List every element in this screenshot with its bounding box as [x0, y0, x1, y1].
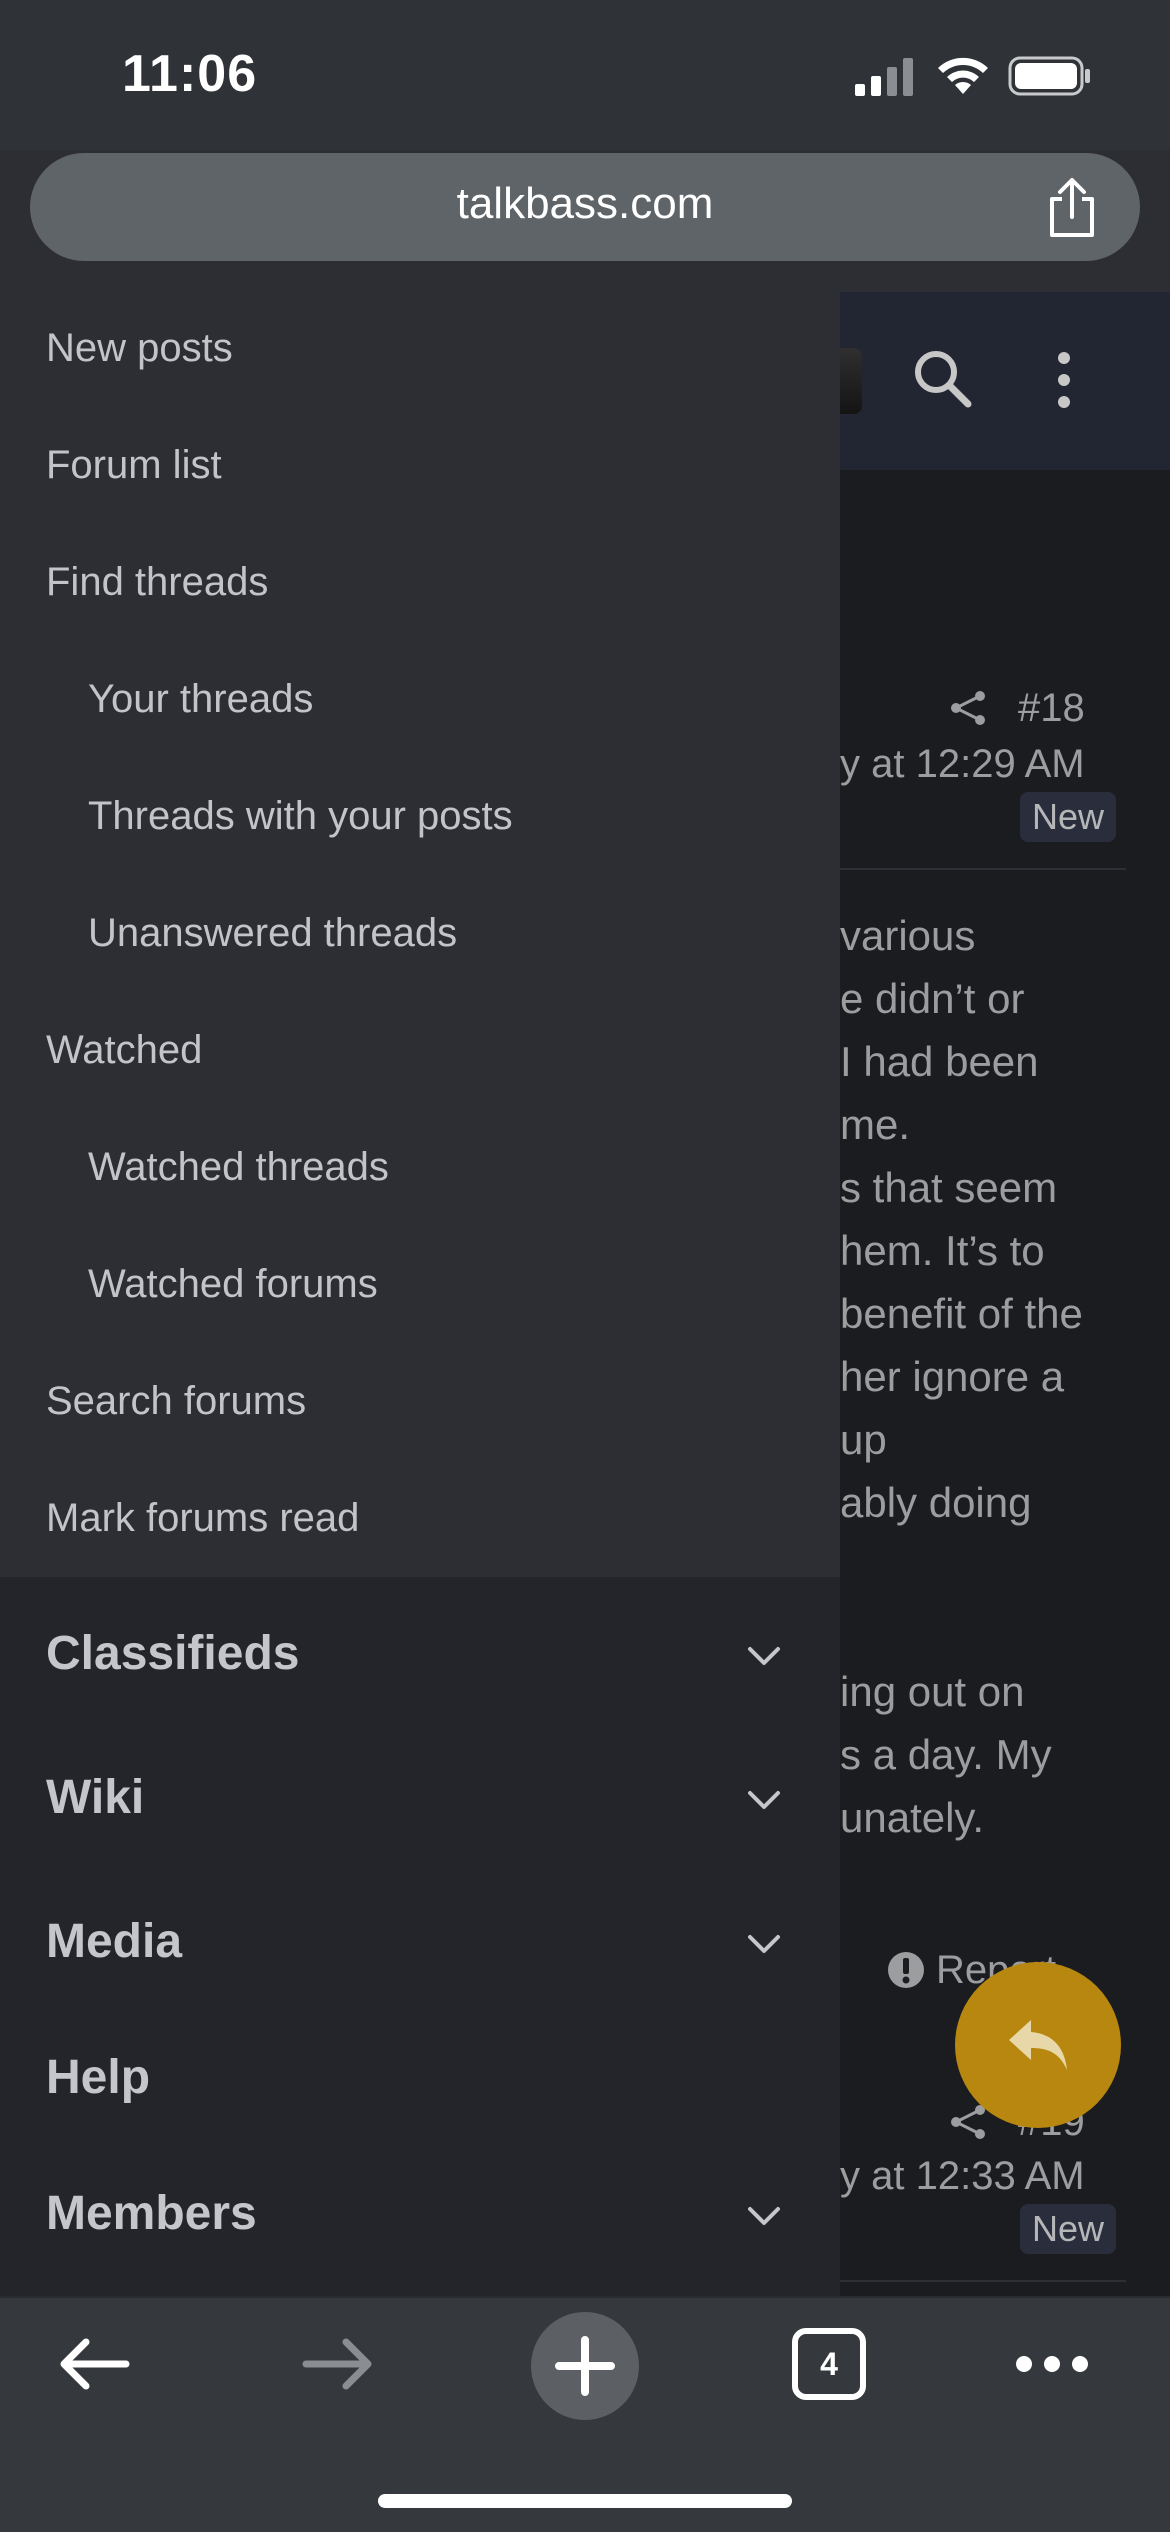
section-classifieds[interactable]: Classifieds — [46, 1626, 299, 1681]
nav-your-threads[interactable]: Your threads — [88, 677, 313, 722]
reply-button[interactable] — [955, 1962, 1121, 2128]
nav-find-threads[interactable]: Find threads — [46, 560, 268, 605]
nav-watched-forums[interactable]: Watched forums — [88, 1262, 378, 1307]
status-time: 11:06 — [122, 45, 258, 103]
wifi-icon — [938, 57, 988, 94]
chevron-down-icon[interactable] — [746, 1932, 782, 1956]
chevron-down-icon[interactable] — [746, 1788, 782, 1812]
forums-submenu: New posts Forum list Find threads Your t… — [0, 292, 840, 1577]
address-bar[interactable]: talkbass.com — [30, 153, 1140, 261]
section-members[interactable]: Members — [46, 2186, 257, 2241]
section-media[interactable]: Media — [46, 1914, 182, 1969]
signal-icon — [855, 58, 913, 96]
nav-new-posts[interactable]: New posts — [46, 326, 233, 371]
reply-icon — [1009, 2020, 1067, 2070]
back-arrow-icon[interactable] — [56, 2334, 132, 2394]
more-icon[interactable] — [1014, 2354, 1090, 2374]
nav-unanswered-threads[interactable]: Unanswered threads — [88, 911, 457, 956]
nav-forum-list[interactable]: Forum list — [46, 443, 222, 488]
home-indicator — [378, 2494, 792, 2508]
tabs-button[interactable]: 4 — [792, 2328, 866, 2400]
nav-search-forums[interactable]: Search forums — [46, 1379, 306, 1424]
status-bar: 11:06 — [0, 0, 1170, 150]
nav-watched[interactable]: Watched — [46, 1028, 202, 1073]
chevron-down-icon[interactable] — [746, 2204, 782, 2228]
new-tab-button[interactable] — [531, 2312, 639, 2420]
battery-icon — [1008, 56, 1090, 96]
url-text[interactable]: talkbass.com — [30, 179, 1140, 229]
nav-drawer: New posts Forum list Find threads Your t… — [0, 292, 840, 2296]
forward-arrow-icon[interactable] — [300, 2334, 376, 2394]
tab-count: 4 — [820, 2346, 838, 2382]
nav-watched-threads[interactable]: Watched threads — [88, 1145, 389, 1190]
plus-icon — [555, 2336, 615, 2396]
nav-threads-with-your-posts[interactable]: Threads with your posts — [88, 794, 513, 839]
section-wiki[interactable]: Wiki — [46, 1770, 144, 1825]
nav-mark-forums-read[interactable]: Mark forums read — [46, 1496, 359, 1541]
share-icon[interactable] — [1044, 177, 1100, 239]
section-help[interactable]: Help — [46, 2050, 150, 2105]
chevron-down-icon[interactable] — [746, 1644, 782, 1668]
